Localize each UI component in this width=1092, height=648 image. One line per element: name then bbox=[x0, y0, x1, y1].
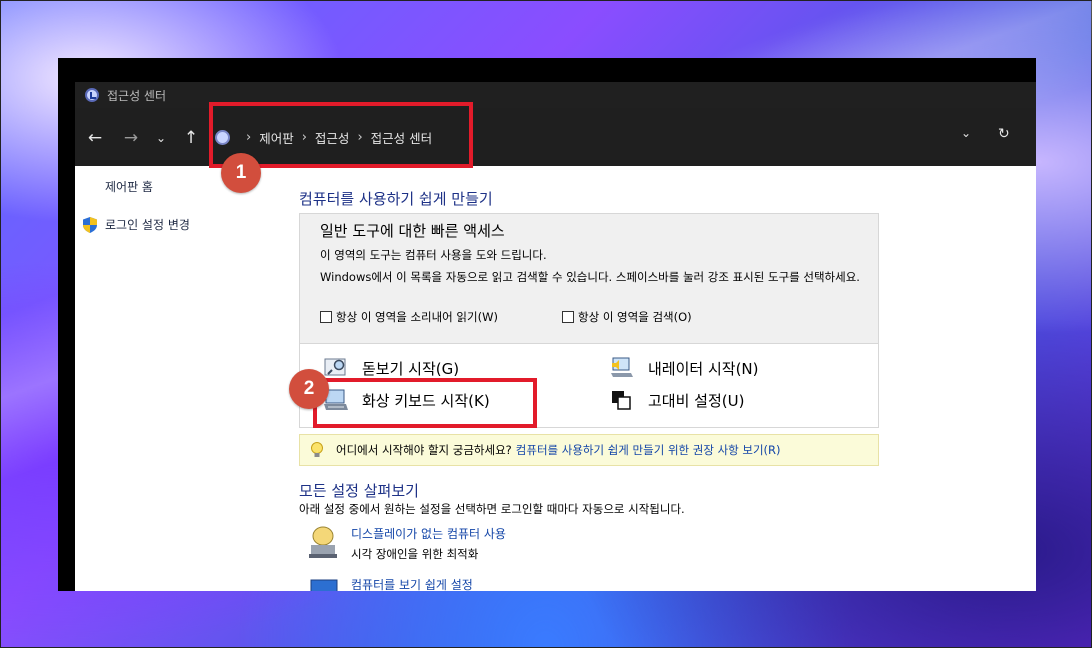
control-panel-home-link[interactable]: 제어판 홈 bbox=[105, 178, 153, 195]
callout-on-screen-keyboard bbox=[313, 378, 537, 428]
quick-access-description: 이 영역의 도구는 컴퓨터 사용을 도와 드립니다. bbox=[320, 248, 547, 262]
narrator-icon bbox=[610, 357, 634, 379]
up-arrow-icon[interactable]: ↑ bbox=[179, 126, 203, 150]
step-badge-2: 2 bbox=[289, 369, 329, 409]
control-panel-window: 접근성 센터 ← → ⌄ ↑ › 제어판 › 접근성 › 접근성 센터 ⌄ ↻ … bbox=[58, 58, 1036, 591]
ease-of-access-icon bbox=[85, 88, 99, 102]
setting-title[interactable]: 디스플레이가 없는 컴퓨터 사용 bbox=[351, 525, 506, 542]
read-aloud-checkbox[interactable]: 항상 이 영역을 소리내어 읽기(W) bbox=[320, 309, 498, 325]
high-contrast-settings-button[interactable]: 고대비 설정(U) bbox=[610, 389, 744, 411]
tip-question: 어디에서 시작해야 할지 궁금하세요? bbox=[336, 443, 512, 457]
setting-title[interactable]: 컴퓨터를 보기 쉽게 설정 bbox=[351, 576, 473, 591]
all-settings-heading: 모든 설정 살펴보기 bbox=[299, 482, 419, 500]
window-title: 접근성 센터 bbox=[107, 88, 167, 103]
high-contrast-label: 고대비 설정(U) bbox=[648, 391, 745, 410]
forward-arrow-icon[interactable]: → bbox=[119, 126, 143, 150]
start-narrator-button[interactable]: 내레이터 시작(N) bbox=[610, 357, 759, 379]
setting-description: 시각 장애인을 위한 최적화 bbox=[351, 547, 479, 561]
scan-label: 항상 이 영역을 검색(O) bbox=[578, 310, 692, 324]
quick-access-description-2: Windows에서 이 목록을 자동으로 읽고 검색할 수 있습니다. 스페이스… bbox=[320, 270, 860, 284]
recent-chevron-down-icon[interactable]: ⌄ bbox=[149, 126, 173, 150]
left-task-pane: 제어판 홈 로그인 설정 변경 bbox=[75, 166, 285, 591]
tip-bar: 어디에서 시작해야 할지 궁금하세요? 컴퓨터를 사용하기 쉽게 만들기 위한 … bbox=[299, 434, 879, 466]
quick-access-header: 일반 도구에 대한 빠른 액세스 이 영역의 도구는 컴퓨터 사용을 도와 드립… bbox=[300, 214, 878, 344]
lightbulb-icon bbox=[310, 442, 324, 458]
recommendations-link[interactable]: 컴퓨터를 사용하기 쉽게 만들기 위한 권장 사항 보기(R) bbox=[516, 442, 781, 458]
monitor-icon bbox=[307, 576, 343, 591]
start-magnifier-button[interactable]: 돋보기 시작(G) bbox=[324, 357, 459, 379]
checkbox-box[interactable] bbox=[562, 311, 574, 323]
address-chevron-down-icon[interactable]: ⌄ bbox=[961, 126, 971, 140]
content-area: 제어판 홈 로그인 설정 변경 컴퓨터를 사용하기 쉽게 만들기 일반 도구에 … bbox=[75, 166, 1036, 591]
display-optional-icon bbox=[307, 525, 343, 561]
narrator-label: 내레이터 시작(N) bbox=[648, 359, 759, 378]
checkbox-box[interactable] bbox=[320, 311, 332, 323]
uac-shield-icon bbox=[83, 216, 97, 233]
step-badge-1: 1 bbox=[221, 153, 261, 193]
list-item[interactable]: 디스플레이가 없는 컴퓨터 사용 시각 장애인을 위한 최적화 bbox=[307, 525, 506, 562]
change-login-settings-label: 로그인 설정 변경 bbox=[105, 218, 190, 232]
quick-access-title: 일반 도구에 대한 빠른 액세스 bbox=[320, 222, 505, 240]
high-contrast-icon bbox=[610, 389, 634, 411]
refresh-icon[interactable]: ↻ bbox=[998, 126, 1010, 142]
read-aloud-label: 항상 이 영역을 소리내어 읽기(W) bbox=[336, 310, 498, 324]
magnifier-icon bbox=[324, 357, 348, 379]
scan-checkbox[interactable]: 항상 이 영역을 검색(O) bbox=[562, 309, 692, 325]
magnifier-label: 돋보기 시작(G) bbox=[362, 359, 460, 378]
back-arrow-icon[interactable]: ← bbox=[83, 126, 107, 150]
change-login-settings-link[interactable]: 로그인 설정 변경 bbox=[83, 216, 190, 233]
all-settings-description: 아래 설정 중에서 원하는 설정을 선택하면 로그인할 때마다 자동으로 시작됩… bbox=[299, 502, 685, 516]
page-heading: 컴퓨터를 사용하기 쉽게 만들기 bbox=[299, 190, 493, 208]
list-item[interactable]: 컴퓨터를 보기 쉽게 설정 bbox=[307, 576, 473, 591]
